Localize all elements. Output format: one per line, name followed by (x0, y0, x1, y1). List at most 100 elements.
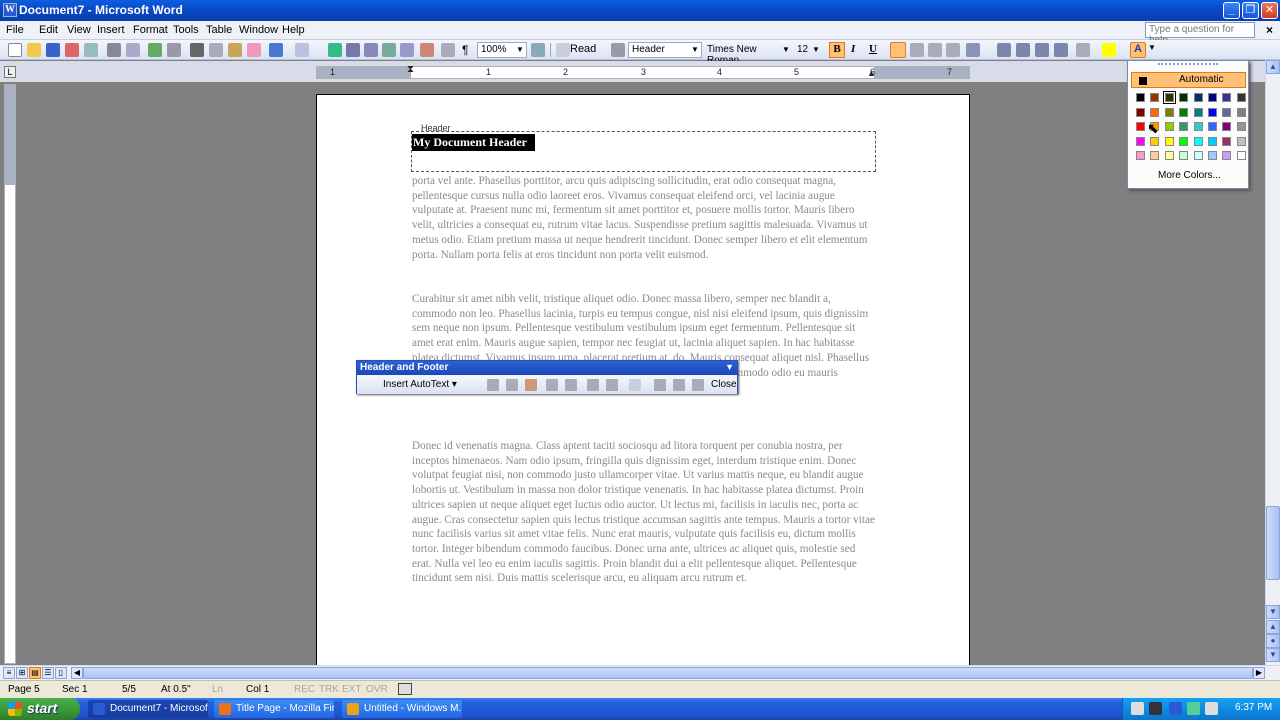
palette-grip[interactable] (1158, 63, 1218, 66)
color-swatch[interactable] (1222, 93, 1232, 102)
color-swatch[interactable] (1208, 107, 1217, 117)
color-swatch[interactable] (1236, 122, 1246, 131)
zoom-combo[interactable]: 100% ▼ (477, 42, 527, 58)
status-trk[interactable]: TRK (319, 684, 339, 695)
color-swatch[interactable] (1136, 136, 1145, 146)
columns-icon[interactable] (400, 43, 414, 57)
menu-view[interactable]: View (67, 24, 91, 36)
minimize-button[interactable]: _ (1223, 2, 1240, 19)
taskbar-button[interactable]: Document7 - Microsof... (88, 700, 208, 718)
chevron-down-icon[interactable]: ▼ (781, 44, 791, 56)
drawing-icon[interactable] (420, 43, 434, 57)
help-icon[interactable] (531, 43, 545, 57)
vertical-scroll-thumb[interactable] (1266, 506, 1280, 580)
chevron-down-icon[interactable]: ▼ (725, 362, 734, 372)
align-left-icon[interactable] (890, 42, 906, 58)
horizontal-scroll-thumb[interactable] (83, 667, 1253, 679)
line-spacing-icon[interactable] (966, 43, 980, 57)
scroll-left-icon[interactable]: ◀ (71, 667, 83, 679)
show-hide-text-icon[interactable] (606, 379, 618, 391)
next-page-icon[interactable]: ▼ (1266, 648, 1280, 662)
status-ovr[interactable]: OVR (366, 684, 388, 695)
color-swatch[interactable] (1236, 107, 1246, 117)
bold-button[interactable]: B (829, 42, 845, 58)
color-swatch[interactable] (1162, 91, 1176, 104)
color-swatch[interactable] (1136, 151, 1145, 160)
numbering-icon[interactable] (997, 43, 1011, 57)
horizontal-ruler[interactable]: 1 1 2 3 4 5 6 7 ⧗ ▲ (316, 64, 970, 79)
menu-window[interactable]: Window (239, 24, 278, 36)
insert-page-number-icon[interactable] (487, 379, 499, 391)
show-previous-icon[interactable] (673, 379, 685, 391)
title-bar[interactable]: W Document7 - Microsoft Word _ ❐ ✕ (0, 0, 1280, 21)
research-icon[interactable] (167, 43, 181, 57)
color-swatch[interactable] (1208, 93, 1217, 102)
taskbar-button[interactable]: Untitled - Windows M... (342, 700, 462, 718)
reading-layout-icon[interactable]: ▯ (55, 667, 67, 679)
format-painter-icon[interactable] (247, 43, 261, 57)
undo-icon[interactable] (269, 43, 283, 57)
windows-media-icon[interactable] (1169, 702, 1182, 715)
color-swatch[interactable] (1236, 151, 1246, 160)
menu-edit[interactable]: Edit (39, 24, 58, 36)
color-swatch[interactable] (1193, 122, 1203, 131)
select-browse-object-icon[interactable]: ● (1266, 634, 1280, 648)
redo-icon[interactable] (295, 43, 309, 57)
start-button[interactable]: start (0, 698, 80, 720)
color-swatch[interactable] (1136, 122, 1145, 131)
scroll-right-icon[interactable]: ▶ (1253, 667, 1265, 679)
color-swatch[interactable] (1136, 107, 1145, 117)
color-swatch[interactable] (1236, 136, 1246, 146)
outline-view-icon[interactable]: ☰ (42, 667, 54, 679)
font-size-combo[interactable]: 12 ▼ (793, 42, 823, 58)
maximize-button[interactable]: ❐ (1242, 2, 1259, 19)
media-icon[interactable] (1149, 702, 1162, 715)
italic-button[interactable]: I (851, 43, 855, 55)
copy-icon[interactable] (209, 43, 223, 57)
vertical-ruler[interactable] (4, 84, 16, 664)
paragraph-3[interactable]: Donec id venenatis magna. Class aptent t… (412, 439, 877, 586)
menu-format[interactable]: Format (133, 24, 168, 36)
help-search-input[interactable]: Type a question for help (1145, 22, 1255, 46)
color-swatch[interactable] (1193, 107, 1203, 117)
status-ext[interactable]: EXT (342, 684, 361, 695)
color-swatch[interactable] (1179, 93, 1189, 102)
web-layout-icon[interactable]: ⊞ (16, 667, 28, 679)
decrease-indent-icon[interactable] (1035, 43, 1049, 57)
word-app-icon[interactable]: W (3, 3, 17, 17)
menu-tools[interactable]: Tools (173, 24, 199, 36)
more-colors-option[interactable]: More Colors... (1158, 170, 1221, 181)
read-button[interactable]: Read (570, 43, 596, 55)
right-indent-icon[interactable]: ▲ (867, 68, 876, 78)
email-icon[interactable] (84, 43, 98, 57)
increase-indent-icon[interactable] (1054, 43, 1068, 57)
close-window-button[interactable]: ✕ (1261, 2, 1278, 19)
tables-borders-icon[interactable] (346, 43, 360, 57)
color-swatch[interactable] (1150, 151, 1160, 160)
new-document-icon[interactable] (8, 43, 22, 57)
indent-marker-icon[interactable]: ⧗ (407, 64, 414, 75)
chevron-down-icon[interactable]: ▼ (1148, 43, 1156, 52)
paste-icon[interactable] (228, 43, 242, 57)
color-swatch[interactable] (1150, 136, 1160, 146)
chevron-down-icon[interactable]: ▼ (690, 44, 700, 56)
normal-view-icon[interactable]: ≡ (3, 667, 15, 679)
justify-icon[interactable] (946, 43, 960, 57)
network-icon[interactable] (1187, 702, 1200, 715)
tab-selector[interactable]: L (4, 66, 16, 78)
header-footer-toolbar[interactable]: Header and Footer ▼ Insert AutoText ▾ Cl… (356, 360, 738, 394)
color-swatch[interactable] (1179, 107, 1189, 117)
read-icon[interactable] (556, 43, 570, 57)
highlight-icon[interactable] (1102, 43, 1116, 57)
permission-icon[interactable] (65, 43, 79, 57)
color-swatch[interactable] (1164, 151, 1174, 160)
status-rec[interactable]: REC (294, 684, 315, 695)
color-swatch[interactable] (1179, 136, 1189, 146)
insert-excel-icon[interactable] (382, 43, 396, 57)
color-swatch[interactable] (1150, 93, 1160, 102)
show-hide-icon[interactable]: ¶ (462, 43, 468, 57)
color-swatch[interactable] (1179, 122, 1189, 131)
hyperlink-icon[interactable] (328, 43, 342, 57)
color-swatch[interactable] (1222, 122, 1232, 131)
previous-page-icon[interactable]: ▲ (1266, 620, 1280, 634)
